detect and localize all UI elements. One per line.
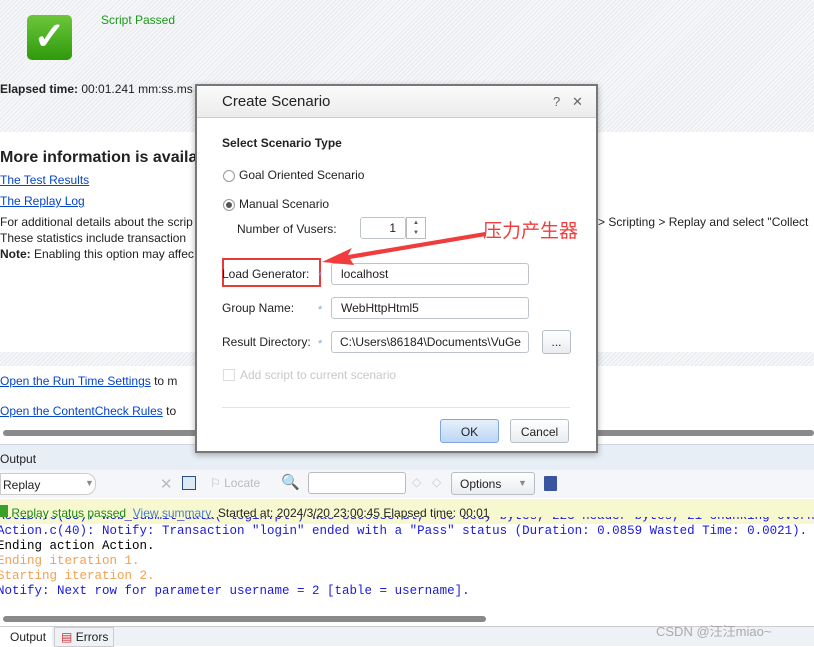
- radio-dot: [226, 202, 232, 208]
- elapsed-label: Elapsed time:: [0, 82, 79, 96]
- ok-label: OK: [460, 425, 479, 439]
- tab-errors[interactable]: ▤ Errors: [54, 627, 114, 647]
- cancel-button[interactable]: Cancel: [510, 419, 569, 443]
- log-line: Ending action Action.: [0, 539, 155, 553]
- dialog-titlebar: Create Scenario ? ✕: [197, 86, 596, 118]
- load-generator-label: Load Generator:: [222, 267, 310, 281]
- output-toolbar: Replay ▼ ✕ ⚐ Locate 🔍 ◇ ◇ Options ▼: [0, 470, 814, 498]
- annotation-arrow-icon: [322, 232, 486, 265]
- search-input[interactable]: [308, 472, 406, 494]
- add-script-label: Add script to current scenario: [240, 368, 397, 382]
- cancel-label: Cancel: [520, 425, 559, 439]
- contentcheck-rules-link[interactable]: Open the ContentCheck Rules: [0, 404, 163, 418]
- tab-output[interactable]: Output: [0, 627, 52, 647]
- replay-log-link[interactable]: The Replay Log: [0, 194, 85, 208]
- save-icon[interactable]: [544, 476, 557, 491]
- browse-button[interactable]: ...: [542, 330, 571, 354]
- required-star: *: [318, 304, 323, 316]
- dialog-title: Create Scenario: [222, 93, 331, 110]
- log-line: Ending iteration 1.: [0, 554, 140, 568]
- tab-output-label: Output: [10, 630, 47, 644]
- log-scrollbar[interactable]: [3, 616, 486, 622]
- log-line: Action.c(40): Notify: Transaction "login…: [0, 524, 808, 538]
- tab-errors-label: Errors: [75, 630, 109, 644]
- section-heading: Select Scenario Type: [222, 136, 342, 150]
- clear-icon[interactable]: ✕: [160, 475, 173, 493]
- note-label: Note:: [0, 247, 31, 261]
- run-time-settings-text: to m: [154, 374, 178, 388]
- manual-scenario-radio[interactable]: [223, 199, 235, 211]
- goal-oriented-label: Goal Oriented Scenario: [239, 168, 365, 182]
- contentcheck-text: to: [166, 404, 177, 418]
- log-line: Notify: Next row for parameter username …: [0, 584, 470, 598]
- manual-scenario-label: Manual Scenario: [239, 197, 330, 211]
- passed-check-icon: ✓: [27, 15, 72, 60]
- options-button[interactable]: Options ▼: [451, 472, 535, 495]
- annotation-label: 压力产生器: [483, 221, 579, 242]
- replay-dropdown[interactable]: Replay ▼: [0, 473, 96, 495]
- result-directory-input[interactable]: C:\Users\86184\Documents\VuGe: [331, 331, 529, 353]
- output-title: Output: [0, 452, 37, 466]
- group-name-label: Group Name:: [222, 301, 295, 315]
- elapsed-value: 00:01.241 mm:ss.ms: [81, 82, 193, 96]
- required-star: *: [318, 338, 323, 350]
- prev-arrow-icon[interactable]: ◇: [412, 475, 421, 489]
- close-icon[interactable]: ✕: [572, 94, 583, 110]
- goal-oriented-radio[interactable]: [223, 170, 235, 182]
- result-directory-label: Result Directory:: [222, 335, 311, 349]
- script-status: Script Passed: [101, 13, 176, 27]
- errors-icon: ▤: [61, 630, 73, 644]
- help-icon[interactable]: ?: [553, 94, 560, 109]
- required-star: *: [318, 270, 323, 282]
- chevron-down-icon: ▼: [85, 478, 94, 488]
- search-icon[interactable]: 🔍: [281, 473, 300, 491]
- test-results-link[interactable]: The Test Results: [0, 173, 89, 187]
- log-line: Action.c(33): web_submit_data("login.pl"…: [0, 517, 814, 524]
- note-text: Enabling this option may affec: [34, 247, 194, 261]
- log-line: Starting iteration 2.: [0, 569, 155, 583]
- next-arrow-icon[interactable]: ◇: [432, 475, 441, 489]
- more-info-heading: More information is availa: [0, 149, 198, 166]
- group-name-value: WebHttpHtml5: [341, 301, 419, 315]
- status-check-icon: [0, 505, 8, 517]
- replay-dropdown-value: Replay: [3, 478, 41, 492]
- chevron-down-icon: ▼: [518, 478, 527, 488]
- result-directory-value: C:\Users\86184\Documents\VuGe: [340, 335, 521, 349]
- ok-button[interactable]: OK: [440, 419, 499, 443]
- options-label: Options: [460, 477, 502, 491]
- output-log[interactable]: Action.c(33): web_submit_data("login.pl"…: [0, 517, 814, 615]
- group-name-input[interactable]: WebHttpHtml5: [331, 297, 529, 319]
- details-text-right: > Scripting > Replay and select "Collect: [598, 215, 809, 229]
- run-time-settings-link[interactable]: Open the Run Time Settings: [0, 374, 151, 388]
- locate-button[interactable]: ⚐ Locate: [210, 476, 260, 490]
- wrap-icon[interactable]: [182, 476, 196, 490]
- browse-label: ...: [551, 335, 562, 349]
- watermark: CSDN @汪汪miao~: [656, 624, 772, 639]
- details-text: For additional details about the scrip: [0, 215, 193, 229]
- dialog-divider: [222, 407, 570, 408]
- locate-label: Locate: [224, 476, 261, 490]
- add-script-checkbox[interactable]: [223, 369, 235, 381]
- statistics-text: These statistics include transaction: [0, 231, 187, 245]
